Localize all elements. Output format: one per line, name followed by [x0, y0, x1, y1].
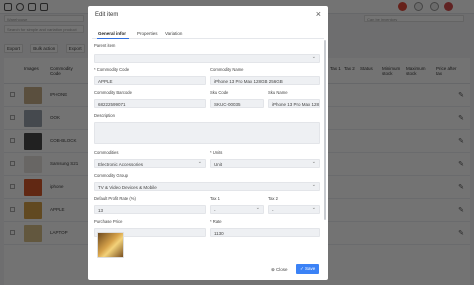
commodities-label: Commodities [94, 150, 119, 155]
parent-item-label: Parent item [94, 43, 116, 48]
commodity-name-field[interactable]: iPhone 13 Pro Max 128GB 256GB [210, 76, 320, 85]
tab-variation[interactable]: Variation [165, 31, 182, 36]
profit-rate-field[interactable]: 13 [94, 205, 206, 214]
product-image[interactable] [97, 232, 124, 258]
sku-code-label: Sku Code [210, 90, 229, 95]
save-button-label: Save [305, 266, 316, 271]
edit-item-modal: Edit item × General infor Properties Var… [88, 6, 328, 280]
purchase-price-label: Purchase Price [94, 219, 123, 224]
commodity-name-label: Commodity Name [210, 67, 244, 72]
general-infor-form: Parent item * Commodity Code APPLE Commo… [88, 40, 328, 260]
sku-name-field[interactable]: iPhone 13 Pro Max 128 [268, 99, 320, 108]
tax2-select[interactable]: - [268, 205, 320, 214]
tax1-select[interactable]: - [210, 205, 264, 214]
commodity-group-select[interactable]: TV & Video Devices & Mobile [94, 182, 320, 191]
profit-rate-label: Default Profit Rate (%) [94, 196, 136, 201]
close-button[interactable]: ⊗ Close [266, 264, 293, 274]
tab-general-infor[interactable]: General infor [98, 31, 126, 36]
commodity-code-label: * Commodity Code [94, 67, 130, 72]
rate-field[interactable]: 1130 [210, 228, 320, 237]
barcode-field[interactable]: 68222599071 [94, 99, 206, 108]
modal-tabs: General infor Properties Variation [92, 29, 324, 39]
commodity-group-label: Commodity Group [94, 173, 128, 178]
modal-title: Edit item [95, 12, 119, 18]
rate-label: * Rate [210, 219, 222, 224]
commodity-code-field[interactable]: APPLE [94, 76, 206, 85]
tab-properties[interactable]: Properties [137, 31, 158, 36]
active-tab-indicator [97, 38, 129, 39]
units-select[interactable]: Unit [210, 159, 320, 168]
parent-item-select[interactable] [94, 54, 320, 63]
close-button-label: Close [276, 267, 288, 272]
description-label: Description [94, 113, 115, 118]
tax2-label: Tax 2 [268, 196, 279, 201]
sku-name-label: Sku Name [268, 90, 288, 95]
sku-code-field[interactable]: SKUC-00035 [210, 99, 264, 108]
close-icon[interactable]: × [316, 9, 321, 19]
tax1-label: Tax 1 [210, 196, 221, 201]
description-textarea[interactable] [94, 122, 320, 144]
units-label: * Units [210, 150, 223, 155]
save-button[interactable]: ✓ Save [296, 264, 320, 274]
barcode-label: Commodity Barcode [94, 90, 132, 95]
commodities-select[interactable]: Electronic Accessories [94, 159, 206, 168]
